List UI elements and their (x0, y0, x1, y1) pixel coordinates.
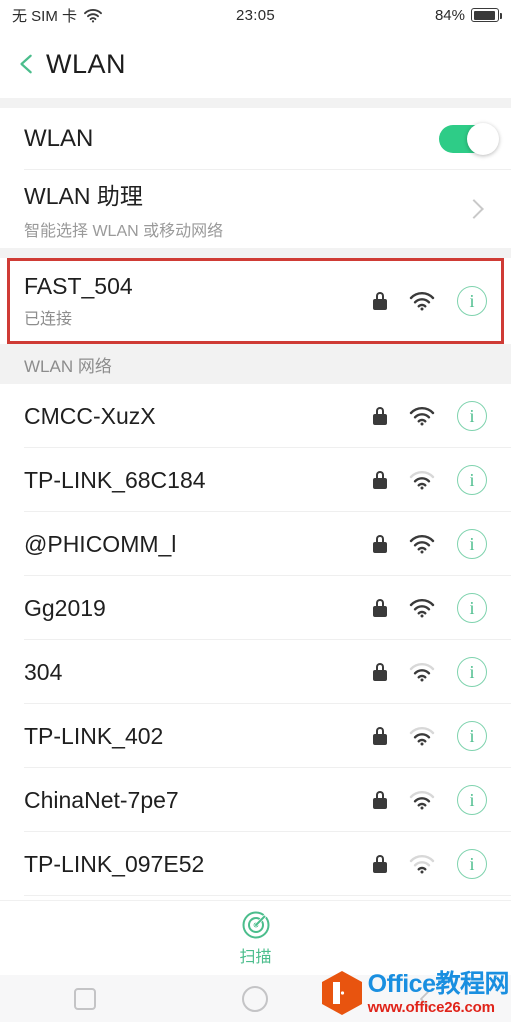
lock-icon (373, 855, 387, 873)
wifi-icon (409, 854, 435, 873)
wlan-toggle-switch[interactable] (439, 123, 499, 155)
phone-screen: 无 SIM 卡 23:05 84% WLAN WLAN WLAN 助理 智能选择… (0, 0, 511, 1022)
connected-network-icons: i (373, 286, 487, 316)
network-row[interactable]: TP-LINK_402 i (0, 704, 511, 768)
connected-network-status: 已连接 (24, 311, 73, 328)
network-row-icons: i (373, 401, 487, 431)
network-ssid: 304 (24, 658, 63, 685)
info-icon[interactable]: i (457, 849, 487, 879)
network-row-icons: i (373, 657, 487, 687)
info-icon[interactable]: i (457, 529, 487, 559)
wifi-icon (409, 790, 435, 809)
info-icon[interactable]: i (457, 721, 487, 751)
scan-button-label: 扫描 (239, 948, 272, 966)
wifi-icon (409, 291, 435, 310)
info-icon[interactable]: i (457, 401, 487, 431)
info-icon[interactable]: i (457, 286, 487, 316)
connected-network-text: FAST_504 已连接 (24, 273, 133, 329)
wifi-icon (409, 598, 435, 617)
network-row-icons: i (373, 785, 487, 815)
network-ssid: TP-LINK_097E52 (24, 850, 205, 877)
row-divider (24, 895, 511, 896)
watermark-title: Office教程网 (367, 969, 510, 998)
network-ssid: @PHICOMM_l (24, 530, 177, 557)
network-row[interactable]: ChinaNet-7pe7 i (0, 768, 511, 832)
carrier-label: 无 SIM 卡 (12, 7, 78, 25)
nav-home-button[interactable] (170, 985, 340, 1012)
lock-icon (373, 471, 387, 489)
connected-network-ssid: FAST_504 (24, 273, 133, 299)
network-row-icons: i (373, 721, 487, 751)
lock-icon (373, 407, 387, 425)
network-ssid: CMCC-XuzX (24, 402, 156, 429)
wlan-toggle-row[interactable]: WLAN (0, 108, 511, 170)
wifi-icon (409, 662, 435, 681)
wifi-icon (409, 534, 435, 553)
network-ssid: ChinaNet-7pe7 (24, 786, 179, 813)
network-row[interactable]: @PHICOMM_l i (0, 512, 511, 576)
wlan-assistant-row[interactable]: WLAN 助理 智能选择 WLAN 或移动网络 (0, 170, 511, 248)
wifi-icon (409, 470, 435, 489)
status-bar: 无 SIM 卡 23:05 84% (0, 0, 511, 30)
network-row[interactable]: 304 i (0, 640, 511, 704)
connected-network-wrapper: FAST_504 已连接 i (0, 258, 511, 344)
lock-icon (373, 663, 387, 681)
network-ssid: TP-LINK_402 (24, 722, 164, 749)
network-row-icons: i (373, 849, 487, 879)
network-row-icons: i (373, 529, 487, 559)
battery-icon (471, 8, 502, 22)
status-bar-right: 84% (434, 6, 502, 24)
lock-icon (373, 292, 387, 310)
square-recents-icon (74, 987, 97, 1010)
network-row-icons: i (373, 593, 487, 623)
watermark-url: www.office26.com (367, 998, 495, 1016)
network-ssid: TP-LINK_68C184 (24, 466, 206, 493)
network-row[interactable]: Gg2019 i (0, 576, 511, 640)
nav-recents-button[interactable] (0, 987, 170, 1010)
page-title: WLAN (46, 48, 127, 79)
chevron-right-icon (464, 199, 484, 219)
lock-icon (373, 535, 387, 553)
wlan-assistant-title: WLAN 助理 (24, 183, 143, 209)
wlan-assistant-subtitle: 智能选择 WLAN 或移动网络 (24, 223, 224, 240)
network-row[interactable]: TP-LINK_097E52 i (0, 832, 511, 896)
info-icon[interactable]: i (457, 657, 487, 687)
wifi-icon (409, 406, 435, 425)
wlan-networks-section-header: WLAN 网络 (0, 344, 511, 384)
info-icon[interactable]: i (457, 465, 487, 495)
title-bar: WLAN (0, 30, 511, 98)
info-icon[interactable]: i (457, 785, 487, 815)
network-list: CMCC-XuzX i TP-LINK_68C184 i @PHICOMM_l i Gg20… (0, 384, 511, 896)
network-row-icons: i (373, 465, 487, 495)
section-gap (0, 98, 511, 108)
lock-icon (373, 727, 387, 745)
lock-icon (373, 791, 387, 809)
chevron-left-icon[interactable] (16, 53, 38, 75)
network-ssid: Gg2019 (24, 594, 106, 621)
status-bar-left: 无 SIM 卡 (12, 5, 103, 26)
wlan-assistant-text: WLAN 助理 智能选择 WLAN 或移动网络 (24, 177, 223, 241)
network-row[interactable]: TP-LINK_68C184 i (0, 448, 511, 512)
battery-percent-label: 84% (434, 6, 465, 24)
connected-network-row[interactable]: FAST_504 已连接 i (0, 258, 511, 344)
wifi-icon (84, 8, 102, 22)
lock-icon (373, 599, 387, 617)
radar-scan-icon (242, 911, 269, 938)
watermark: Office教程网 www.office26.com (320, 969, 510, 1016)
watermark-text: Office教程网 www.office26.com (367, 969, 510, 1016)
scan-button[interactable]: 扫描 (0, 900, 511, 975)
wifi-icon (409, 726, 435, 745)
toggle-knob (467, 123, 499, 155)
network-row[interactable]: CMCC-XuzX i (0, 384, 511, 448)
circle-home-icon (242, 985, 269, 1012)
info-icon[interactable]: i (457, 593, 487, 623)
wlan-toggle-label: WLAN (24, 125, 94, 152)
office-logo-icon (321, 971, 362, 1015)
section-gap (0, 248, 511, 258)
